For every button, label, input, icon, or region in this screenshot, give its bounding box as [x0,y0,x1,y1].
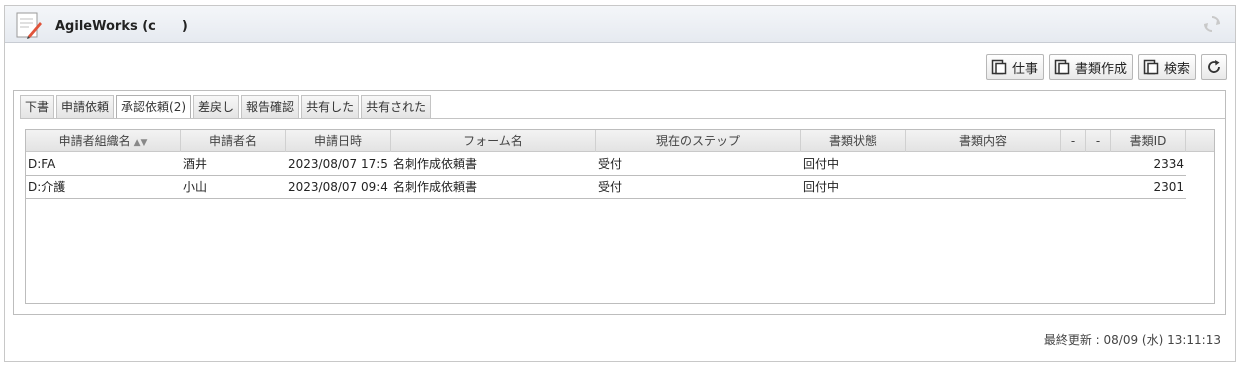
column-header-org[interactable]: 申請者組織名 ▲▼ [26,130,181,152]
cell-form: 名刺作成依頼書 [393,180,478,194]
cell-content [906,176,1061,199]
tab-shared[interactable]: 共有した [301,95,360,118]
tab-approval-request[interactable]: 承認依頼(2) [116,95,192,119]
portlet-header: AgileWorks (c ) [5,6,1235,43]
search-button-label: 検索 [1163,61,1190,77]
reload-icon[interactable] [1203,15,1221,33]
cell-name: 小山 [183,180,208,194]
column-header-name[interactable]: 申請者名 [181,130,286,152]
cell-doc-id: 2334 [1153,157,1184,171]
document-grid: 申請者組織名 ▲▼ 申請者名 申請日時 フォーム名 現在のステップ 書類状態 書類… [25,129,1215,304]
cell-dash-1 [1061,176,1086,199]
portlet: AgileWorks (c ) 仕事 書類作成 検索 下書 申請依頼 承認依頼(… [4,5,1236,362]
column-header-status[interactable]: 書類状態 [801,130,906,152]
column-header-date[interactable]: 申請日時 [286,130,391,152]
cell-org: D:介護 [28,180,66,194]
cell-status: 回付中 [803,180,840,194]
column-header-step[interactable]: 現在のステップ [596,130,801,152]
tab-application-request[interactable]: 申請依頼 [56,95,115,118]
cell-step: 受付 [598,180,623,194]
window-icon [1054,59,1070,75]
tab-sent-back[interactable]: 差戻し [193,95,240,118]
cell-form: 名刺作成依頼書 [393,157,478,171]
sort-icon[interactable]: ▲▼ [134,132,148,154]
cell-org: D:FA [28,157,56,171]
tab-report-check[interactable]: 報告確認 [241,95,300,118]
cell-content [906,153,1061,176]
cell-dash-2 [1086,176,1111,199]
last-updated: 最終更新 : 08/09 (水) 13:11:13 [1043,333,1221,347]
window-icon [991,59,1007,75]
column-header-label: 申請者組織名 [58,134,131,148]
cell-dash-2 [1086,153,1111,176]
cell-dash-1 [1061,153,1086,176]
column-header-content[interactable]: 書類内容 [906,130,1061,152]
tab-shared-with-me[interactable]: 共有された [361,95,432,118]
cell-doc-id: 2301 [1153,180,1184,194]
tab-bar: 下書 申請依頼 承認依頼(2) 差戻し 報告確認 共有した 共有された [20,95,432,119]
column-header-dash-1[interactable]: - [1061,130,1086,152]
create-document-button[interactable]: 書類作成 [1048,54,1133,80]
window-icon [1143,59,1159,75]
create-document-button-label: 書類作成 [1074,61,1127,77]
cell-status: 回付中 [803,157,840,171]
document-pencil-icon [16,12,42,39]
tab-draft[interactable]: 下書 [20,95,55,118]
column-header-doc-id[interactable]: 書類ID [1111,130,1186,152]
toolbar: 仕事 書類作成 検索 [985,54,1227,80]
refresh-button[interactable] [1201,54,1227,80]
app-title: AgileWorks (c ) [55,19,188,34]
table-row[interactable]: D:介護 小山 2023/08/07 09:4 名刺作成依頼書 受付 回付中 2… [26,176,1186,199]
column-header-dash-2[interactable]: - [1086,130,1111,152]
search-button[interactable]: 検索 [1137,54,1196,80]
cell-date: 2023/08/07 09:4 [288,180,388,194]
table-row[interactable]: D:FA 酒井 2023/08/07 17:5 名刺作成依頼書 受付 回付中 2… [26,153,1186,176]
refresh-icon [1208,60,1220,73]
tab-divider [20,118,1225,119]
cell-step: 受付 [598,157,623,171]
grid-header: 申請者組織名 ▲▼ 申請者名 申請日時 フォーム名 現在のステップ 書類状態 書類… [26,130,1214,152]
cell-date: 2023/08/07 17:5 [288,157,388,171]
cell-name: 酒井 [183,157,208,171]
tabs-panel: 下書 申請依頼 承認依頼(2) 差戻し 報告確認 共有した 共有された 申請者組… [13,90,1226,315]
job-button[interactable]: 仕事 [985,54,1044,80]
column-header-form[interactable]: フォーム名 [391,130,596,152]
job-button-label: 仕事 [1011,61,1038,77]
